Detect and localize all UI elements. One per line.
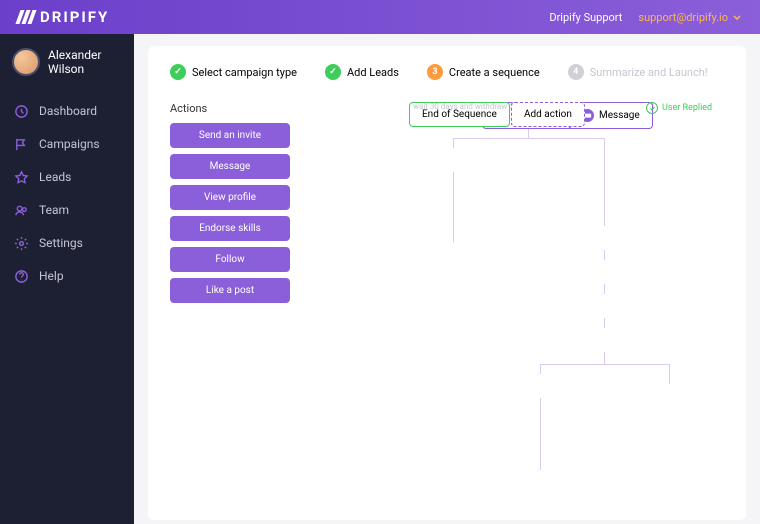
action-send-invite[interactable]: Send an invite <box>170 123 290 148</box>
nav-settings[interactable]: Settings <box>0 227 134 260</box>
action-message[interactable]: Message <box>170 154 290 179</box>
sequence-flow: Send an invite ⏱ 1 Hour Accepted Still n… <box>314 102 724 502</box>
stepper: ✓Select campaign type ✓Add Leads 3Create… <box>170 64 724 80</box>
app-header: DRIPIFY Dripify Support support@dripify.… <box>0 0 760 34</box>
flag-icon <box>14 137 29 152</box>
help-icon <box>14 269 29 284</box>
avatar <box>12 48 40 76</box>
action-endorse-skills[interactable]: Endorse skills <box>170 216 290 241</box>
main: ✓Select campaign type ✓Add Leads 3Create… <box>134 34 760 524</box>
step-1[interactable]: ✓Select campaign type <box>170 64 297 80</box>
step-3[interactable]: 3Create a sequence <box>427 64 540 80</box>
header-right: Dripify Support support@dripify.io <box>549 11 742 24</box>
users-icon <box>14 203 29 218</box>
action-like-post[interactable]: Like a post <box>170 278 290 303</box>
action-view-profile[interactable]: View profile <box>170 185 290 210</box>
nav-dashboard[interactable]: Dashboard <box>0 95 134 128</box>
star-icon <box>14 170 29 185</box>
chevron-down-icon <box>732 12 742 22</box>
label-end-sub: wait 30 days and withdraw <box>413 102 507 111</box>
action-follow[interactable]: Follow <box>170 247 290 272</box>
check-circle-icon <box>646 102 658 114</box>
nav-campaigns[interactable]: Campaigns <box>0 128 134 161</box>
label-user-replied: User Replied <box>646 102 712 114</box>
node-add-action[interactable]: Add action <box>511 102 585 127</box>
nav-help[interactable]: Help <box>0 260 134 293</box>
gear-icon <box>14 236 29 251</box>
nav-team[interactable]: Team <box>0 194 134 227</box>
support-link[interactable]: Dripify Support <box>549 11 622 24</box>
support-email[interactable]: support@dripify.io <box>638 11 742 24</box>
brand-logo: DRIPIFY <box>18 8 109 26</box>
sidebar: AlexanderWilson Dashboard Campaigns Lead… <box>0 34 134 524</box>
brand-name: DRIPIFY <box>40 8 109 26</box>
logo-icon <box>18 10 34 24</box>
card: ✓Select campaign type ✓Add Leads 3Create… <box>148 46 746 520</box>
step-2[interactable]: ✓Add Leads <box>325 64 399 80</box>
nav-leads[interactable]: Leads <box>0 161 134 194</box>
clock-icon <box>14 104 29 119</box>
username: AlexanderWilson <box>48 48 101 77</box>
actions-panel: Actions Send an invite Message View prof… <box>170 102 290 502</box>
actions-title: Actions <box>170 102 290 115</box>
nav: Dashboard Campaigns Leads Team Settings … <box>0 95 134 293</box>
step-4[interactable]: 4Summarize and Launch! <box>568 64 708 80</box>
user-profile[interactable]: AlexanderWilson <box>0 48 134 95</box>
